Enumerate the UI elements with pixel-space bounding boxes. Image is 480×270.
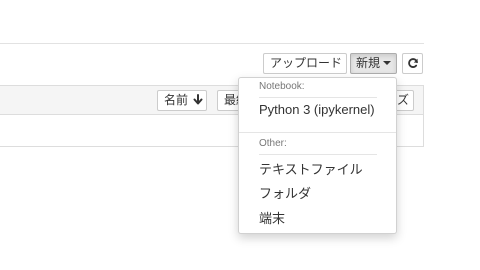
divider [259, 154, 377, 155]
other-section-header: Other: [259, 138, 287, 149]
new-button-label: 新規 [356, 56, 381, 70]
divider [0, 43, 424, 44]
divider [259, 97, 377, 98]
file-browser: アップロード 新規 名前 最終 ズ Notebook: Python 3 (ip… [0, 0, 480, 270]
menu-item-folder[interactable]: フォルダ [259, 183, 311, 202]
notebook-section-header: Notebook: [259, 81, 305, 92]
size-column-label: ズ [396, 93, 409, 107]
menu-item-text-file[interactable]: テキストファイル [259, 159, 363, 178]
name-column-label: 名前 [164, 93, 189, 107]
new-dropdown-menu: Notebook: Python 3 (ipykernel) Other: テキ… [238, 77, 397, 234]
divider [239, 132, 396, 133]
menu-item-python3[interactable]: Python 3 (ipykernel) [259, 102, 375, 117]
upload-button[interactable]: アップロード [263, 53, 347, 74]
refresh-icon [407, 58, 418, 68]
new-dropdown-button[interactable]: 新規 [350, 53, 397, 74]
refresh-button[interactable] [402, 53, 423, 74]
caret-down-icon [383, 60, 392, 65]
sort-by-name-button[interactable]: 名前 [157, 90, 207, 111]
menu-item-terminal[interactable]: 端末 [259, 208, 285, 227]
arrow-down-icon [193, 94, 203, 105]
